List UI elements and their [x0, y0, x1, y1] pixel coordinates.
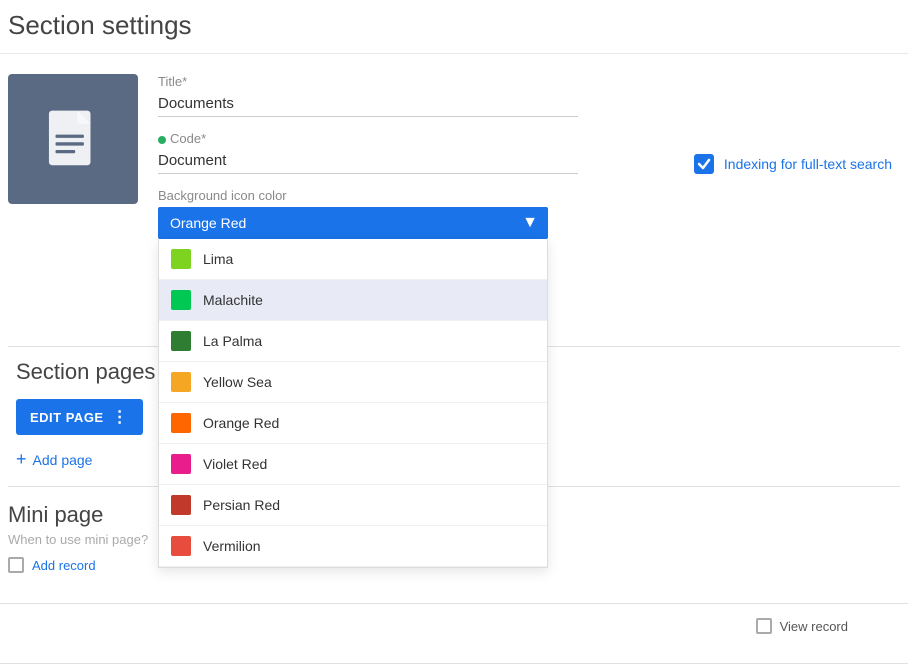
code-group: Code* Document [158, 131, 578, 174]
color-name: Violet Red [203, 456, 267, 472]
code-value: Document [158, 148, 578, 174]
list-item[interactable]: Malachite [159, 280, 547, 321]
page-title: Section settings [0, 0, 908, 54]
indexing-checkbox[interactable] [694, 154, 714, 174]
dropdown-selected[interactable]: Orange Red ▼ [158, 207, 548, 239]
add-record-checkbox[interactable] [8, 557, 24, 573]
code-label: Code* [170, 131, 206, 146]
section-icon [8, 74, 138, 204]
add-record-label: Add record [32, 558, 96, 573]
bg-color-label: Background icon color [158, 188, 578, 203]
indexing-text: Indexing for full-text search [724, 156, 892, 172]
indexing-label[interactable]: Indexing for full-text search [694, 154, 892, 174]
color-name: Vermilion [203, 538, 261, 554]
check-icon [697, 157, 711, 171]
color-swatch [171, 372, 191, 392]
view-record-section: View record [756, 618, 848, 634]
bg-color-group: Background icon color Orange Red ▼ LimaM… [158, 188, 578, 239]
color-swatch [171, 495, 191, 515]
list-item[interactable]: Yellow Sea [159, 362, 547, 403]
color-swatch [171, 413, 191, 433]
edit-page-dots-icon: ⋮ [112, 407, 129, 427]
color-swatch [171, 290, 191, 310]
color-swatch [171, 454, 191, 474]
color-name: Persian Red [203, 497, 280, 513]
list-item[interactable]: La Palma [159, 321, 547, 362]
dropdown-selected-text: Orange Red [170, 215, 246, 231]
dropdown-menu: Lima Malachite La Palma Yellow Sea Orange Re… [158, 239, 548, 568]
color-swatch [171, 331, 191, 351]
list-item[interactable]: Vermilion [159, 526, 547, 567]
edit-page-button[interactable]: EDIT PAGE ⋮ [16, 399, 143, 435]
color-name: Malachite [203, 292, 263, 308]
mini-page-title: Mini page [8, 502, 148, 528]
form-area: Title* Documents Code* Document Backgrou… [158, 74, 578, 253]
view-record-label: View record [780, 619, 848, 634]
add-record-row[interactable]: Add record [8, 557, 148, 573]
code-status-dot [158, 136, 166, 144]
color-name: La Palma [203, 333, 262, 349]
color-swatch [171, 536, 191, 556]
color-swatch [171, 249, 191, 269]
title-group: Title* Documents [158, 74, 578, 117]
color-name: Yellow Sea [203, 374, 272, 390]
document-icon [38, 104, 108, 174]
list-item[interactable]: Lima [159, 239, 547, 280]
list-item[interactable]: Violet Red [159, 444, 547, 485]
chevron-down-icon: ▼ [522, 214, 538, 232]
indexing-section: Indexing for full-text search [694, 74, 892, 253]
color-name: Orange Red [203, 415, 279, 431]
list-item[interactable]: Persian Red [159, 485, 547, 526]
list-item[interactable]: Orange Red [159, 403, 547, 444]
view-record-checkbox[interactable] [756, 618, 772, 634]
mini-page-subtitle: When to use mini page? [8, 532, 148, 547]
plus-icon: + [16, 449, 27, 470]
title-value: Documents [158, 91, 578, 117]
edit-page-label: EDIT PAGE [30, 410, 104, 425]
title-label: Title* [158, 74, 578, 89]
color-name: Lima [203, 251, 233, 267]
color-dropdown[interactable]: Orange Red ▼ LimaMalachiteLa PalmaYellow… [158, 207, 548, 239]
add-page-label: Add page [33, 452, 93, 468]
